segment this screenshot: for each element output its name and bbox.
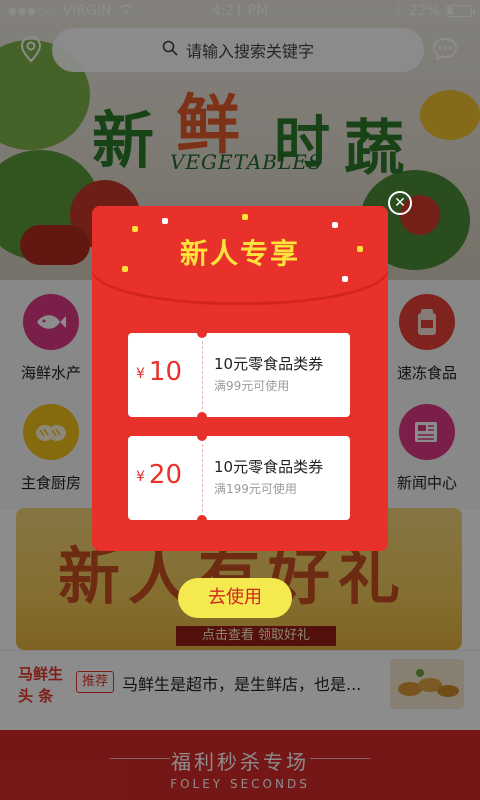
coupon-amount: ¥10 [136,357,183,387]
coupon-card[interactable]: ¥20 10元零食品类券 满199元可使用 [128,431,350,525]
dialog-title: 新人专享 [179,237,300,270]
dialog-header: 新人专享 [92,206,388,302]
close-icon[interactable]: ✕ [388,191,412,215]
coupon-name: 10元零食品类券 [214,355,324,373]
new-user-coupon-dialog: 新人专享 ¥10 10元零食品类券 满99元可使用 ¥20 10元零食品类券 满… [92,206,388,551]
use-coupon-button[interactable]: 去使用 [178,578,292,618]
coupon-amount: ¥20 [136,460,183,490]
coupon-condition: 满199元可使用 [214,482,297,496]
coupon-condition: 满99元可使用 [214,379,290,393]
coupon-card[interactable]: ¥10 10元零食品类券 满99元可使用 [128,328,350,422]
coupon-name: 10元零食品类券 [214,458,324,476]
